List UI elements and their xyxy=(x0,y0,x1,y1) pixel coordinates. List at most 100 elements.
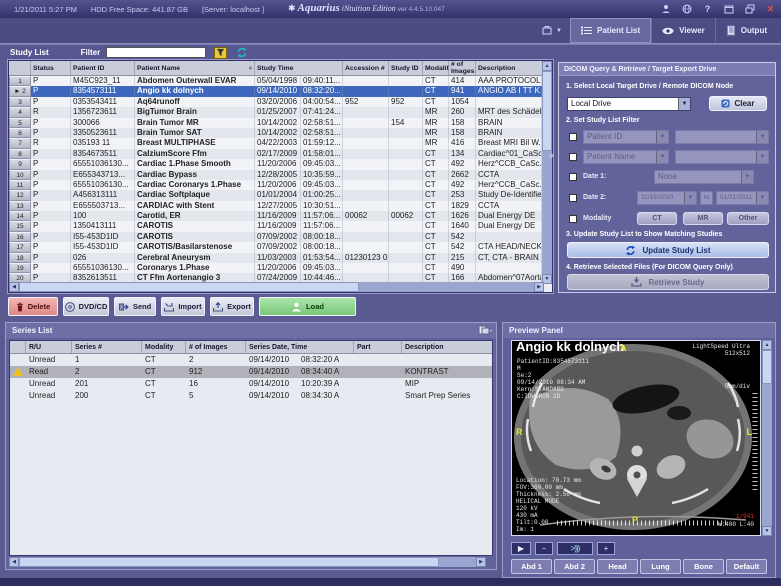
row-number-cell[interactable]: 14 xyxy=(9,211,31,221)
panel-collapse-handle[interactable]: » xyxy=(549,150,554,160)
import-button[interactable]: Import xyxy=(161,297,205,316)
export-button[interactable]: Export xyxy=(210,297,254,316)
scroll-left-icon[interactable]: ◀ xyxy=(9,557,19,567)
workflow-menu-button[interactable]: ▼ xyxy=(534,18,570,43)
patient-id-value-select[interactable]: ▼ xyxy=(675,130,769,144)
study-row[interactable]: 14P100Carotid, ER11/16/200911:57:06...00… xyxy=(9,211,542,221)
user-icon[interactable] xyxy=(659,3,672,16)
row-number-cell[interactable]: 4 xyxy=(9,107,31,117)
scroll-right-icon[interactable]: ▶ xyxy=(534,282,544,292)
send-button[interactable]: Send xyxy=(114,297,156,316)
col-ru[interactable]: R/U xyxy=(26,341,72,353)
row-number-cell[interactable]: 19 xyxy=(9,263,31,273)
series-row[interactable]: Read2CT91209/14/201008:34:40 AKONTRAST xyxy=(10,366,492,378)
speed-up-button[interactable]: + xyxy=(597,542,615,555)
col-modality[interactable]: Modalit xyxy=(423,61,449,75)
patient-name-checkbox[interactable] xyxy=(569,153,577,161)
clear-button[interactable]: Clear xyxy=(709,96,767,111)
date2-from-select[interactable]: 11/19/2010▼ xyxy=(637,191,697,205)
preset-button-abd-2[interactable]: Abd 2 xyxy=(554,559,595,574)
col-modality[interactable]: Modality xyxy=(142,341,186,353)
row-number-cell[interactable]: 17 xyxy=(9,242,31,252)
col-description[interactable]: Description xyxy=(476,61,542,75)
study-row[interactable]: 6P3350523611Brain Tumor SAT10/14/200202:… xyxy=(9,128,542,138)
filter-input[interactable] xyxy=(106,47,206,58)
row-number-cell[interactable]: 6 xyxy=(9,128,31,138)
dvd-cd-button[interactable]: DVD/CD xyxy=(63,297,109,316)
patient-id-field-select[interactable]: Patient ID▼ xyxy=(583,130,669,144)
row-number-cell[interactable]: 15 xyxy=(9,221,31,231)
load-button[interactable]: Load xyxy=(259,297,356,316)
scroll-right-icon[interactable]: ▶ xyxy=(476,557,486,567)
col-study-time[interactable]: Study Time xyxy=(255,61,343,75)
tab-viewer[interactable]: Viewer xyxy=(651,18,715,43)
modality-checkbox[interactable] xyxy=(569,215,577,223)
study-row[interactable]: 4R1356723611BigTumor Brain01/25/200707:4… xyxy=(9,107,542,117)
scroll-up-icon[interactable]: ▲ xyxy=(542,61,552,71)
study-row[interactable]: 10PE655343713...Cardiac Bypass12/28/2005… xyxy=(9,170,542,180)
study-row[interactable]: 1PM45C923_11Abdomen Outerwall EVAR05/04/… xyxy=(9,76,542,86)
preset-button-bone[interactable]: Bone xyxy=(683,559,724,574)
row-number-cell[interactable]: 13 xyxy=(9,201,31,211)
study-row[interactable]: 7R035193 11Breast MULTIPHASE04/22/200301… xyxy=(9,138,542,148)
col-study-id[interactable]: Study ID xyxy=(389,61,423,75)
study-row[interactable]: 5P300066Brain Tumor MR10/14/200202:58:51… xyxy=(9,118,542,128)
tab-output[interactable]: Output xyxy=(715,18,777,43)
minimize-icon[interactable] xyxy=(722,3,735,16)
col-status[interactable]: Status xyxy=(31,61,71,75)
modality-ct-button[interactable]: CT xyxy=(637,212,677,225)
series-options-icon[interactable] xyxy=(478,325,492,336)
row-number-cell[interactable]: 7 xyxy=(9,138,31,148)
scroll-up-icon[interactable]: ▲ xyxy=(762,340,772,350)
study-row[interactable]: 16PI55-453D1IDCAROTIS07/09/200208:00:18.… xyxy=(9,232,542,242)
study-row[interactable]: ► 2P8354573111Angio kk dolnych09/14/2010… xyxy=(9,86,542,96)
series-row[interactable]: Unread200CT509/14/201008:34:30 ASmart Pr… xyxy=(10,390,492,402)
col-date-time[interactable]: Series Date, Time xyxy=(246,341,354,353)
series-row[interactable]: Unread1CT209/14/201008:32:20 A xyxy=(10,354,492,366)
patient-name-value-select[interactable]: ▼ xyxy=(675,150,769,164)
row-number-cell[interactable]: 11 xyxy=(9,180,31,190)
play-button[interactable]: ▶ xyxy=(511,542,531,555)
row-number-cell[interactable]: 10 xyxy=(9,170,31,180)
study-row[interactable]: 15P1350413111CAROTIS11/16/200911:57:06..… xyxy=(9,221,542,231)
date2-to-select[interactable]: 01/21/2011▼ xyxy=(716,191,769,205)
col-description[interactable]: Description xyxy=(402,341,492,353)
date1-select[interactable]: None▼ xyxy=(654,170,754,184)
patient-name-field-select[interactable]: Patient Name▼ xyxy=(583,150,669,164)
study-row[interactable]: 8P8354673511CalziumScore Ffm02/17/200901… xyxy=(9,149,542,159)
scroll-left-icon[interactable]: ◀ xyxy=(9,282,19,292)
restore-icon[interactable] xyxy=(743,3,756,16)
scroll-thumb[interactable] xyxy=(19,557,439,567)
col-patient-name[interactable]: Patient Name ▵ xyxy=(135,61,255,75)
study-row[interactable]: 19P65551036130...Coronarys 1.Phase11/20/… xyxy=(9,263,542,273)
study-vertical-scrollbar[interactable]: ▲ ▼ xyxy=(542,61,552,284)
preset-button-head[interactable]: Head xyxy=(597,559,638,574)
help-icon[interactable]: ? xyxy=(701,3,714,16)
col-num-images[interactable]: # of Images xyxy=(186,341,246,353)
study-row[interactable]: 11P65551036130...Cardiac Coronarys 1.Pha… xyxy=(9,180,542,190)
date1-checkbox[interactable] xyxy=(569,173,577,181)
scroll-thumb[interactable] xyxy=(542,71,552,151)
study-row[interactable]: 12PA456313111Cardiac Softplaque01/01/200… xyxy=(9,190,542,200)
preset-button-default[interactable]: Default xyxy=(726,559,767,574)
col-part[interactable]: Part xyxy=(354,341,402,353)
study-row[interactable]: 9P65551036130...Cardiac 1.Phase Smooth11… xyxy=(9,159,542,169)
series-row[interactable]: Unread201CT1609/14/201010:20:39 AMIP xyxy=(10,378,492,390)
study-horizontal-scrollbar[interactable]: ◀ ▶ xyxy=(9,282,544,292)
target-drive-select[interactable]: Local Drive ▼ xyxy=(567,97,691,111)
col-patient-id[interactable]: Patient ID xyxy=(71,61,135,75)
scroll-thumb[interactable] xyxy=(19,282,359,292)
row-number-cell[interactable]: ► 2 xyxy=(9,86,31,96)
row-number-cell[interactable]: 12 xyxy=(9,190,31,200)
study-row[interactable]: 18P026Cerebral Aneurysm11/03/200301:53:5… xyxy=(9,253,542,263)
preset-button-abd-1[interactable]: Abd 1 xyxy=(511,559,552,574)
row-number-cell[interactable]: 1 xyxy=(9,76,31,86)
patient-id-checkbox[interactable] xyxy=(569,133,577,141)
speed-down-button[interactable]: − xyxy=(535,542,553,555)
date2-checkbox[interactable] xyxy=(569,194,577,202)
globe-icon[interactable] xyxy=(680,3,693,16)
update-study-list-button[interactable]: Update Study List xyxy=(567,242,769,258)
col-series-num[interactable]: Series # xyxy=(72,341,142,353)
close-icon[interactable]: ✕ xyxy=(764,3,777,16)
row-number-cell[interactable]: 5 xyxy=(9,118,31,128)
